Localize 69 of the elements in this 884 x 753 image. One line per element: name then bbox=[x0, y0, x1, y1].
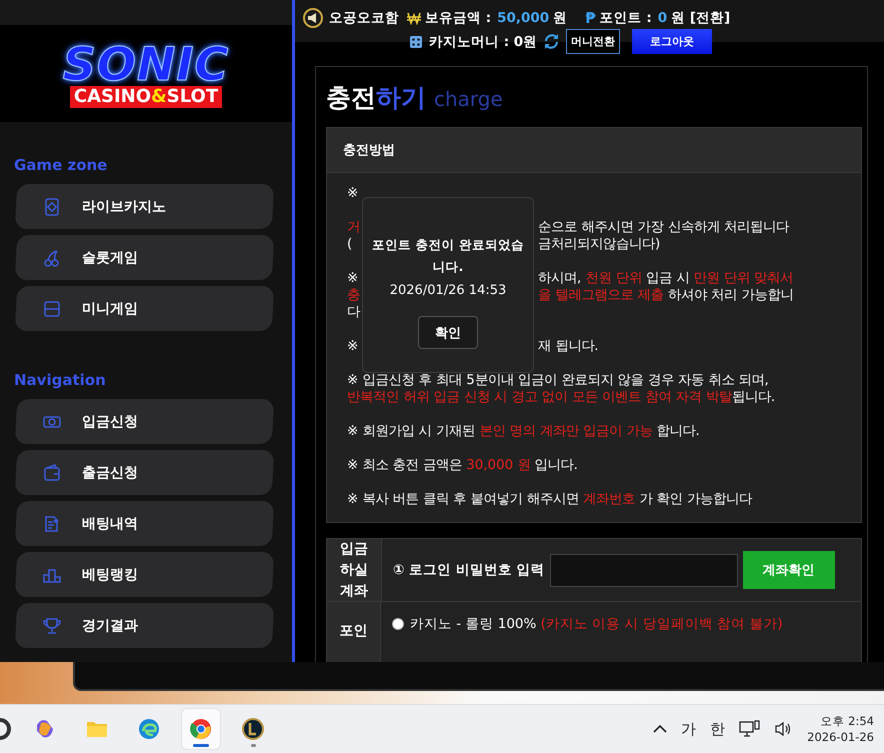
notice-heading: 충전방법 bbox=[327, 128, 861, 173]
dice-icon bbox=[409, 34, 423, 48]
notice-text: ※ 복사 버튼 클릭 후 붙여넣기 해주시면 계좌번호 가 확인 가능합니다 bbox=[347, 491, 752, 508]
cherry-icon bbox=[43, 248, 61, 266]
point-symbol: ₱ bbox=[585, 9, 596, 27]
row-label: 포인 bbox=[340, 622, 368, 641]
sidebar-item[interactable]: 경기결과 bbox=[14, 603, 274, 648]
money-convert-button[interactable]: 머니전환 bbox=[566, 29, 620, 54]
sidebar-item[interactable]: 미니게임 bbox=[14, 286, 274, 331]
page-subtitle: charge bbox=[434, 87, 503, 111]
notice-text: 재 됩니다. bbox=[538, 338, 599, 355]
clock[interactable]: 오후 2:54 2026-01-26 bbox=[807, 713, 874, 746]
card-icon bbox=[43, 198, 61, 216]
megaphone-icon bbox=[303, 8, 323, 28]
option-label: 카지노 - 롤링 100% (카지노 이용 시 당일페이백 참여 불가) bbox=[410, 615, 783, 633]
balance-unit: 원 bbox=[553, 9, 568, 27]
document-icon bbox=[43, 514, 61, 532]
refresh-icon[interactable] bbox=[543, 33, 560, 50]
notice-text: 거 bbox=[347, 220, 360, 235]
sidebar-item[interactable]: 출금신청 bbox=[14, 450, 274, 495]
notice-text: ( bbox=[347, 237, 352, 252]
notice-text: ※ bbox=[347, 271, 358, 286]
logo-title: SONIC bbox=[62, 40, 230, 88]
chrome-icon bbox=[189, 717, 213, 742]
section-heading: Navigation bbox=[14, 371, 107, 391]
notice-text: ※ bbox=[347, 339, 358, 354]
balance-value: 50,000 bbox=[497, 10, 550, 26]
dialog-time: 2026/01/26 14:53 bbox=[390, 282, 506, 300]
point-value: 0 bbox=[658, 10, 668, 26]
sidebar-item[interactable]: 배팅내역 bbox=[14, 501, 274, 546]
notice-text: 금처리되지않습니다) bbox=[538, 236, 660, 253]
casino-money-text: 카지노머니 : 0원 bbox=[429, 32, 538, 50]
trophy-icon bbox=[43, 616, 61, 634]
dialog-message: 포인트 충전이 완료되었습니다. bbox=[371, 236, 525, 276]
notice-text: 을 텔레그램으로 제출 하셔야 처리 가능합니 bbox=[538, 287, 794, 304]
password-field[interactable] bbox=[550, 554, 738, 586]
ticker-text: 오공오코함 bbox=[329, 9, 399, 27]
notice-text: 반복적인 허위 입금 신청 시 경고 없이 모든 이벤트 참여 자격 박탈됩니다. bbox=[347, 389, 776, 406]
password-label: ① 로그인 비밀번호 입력 bbox=[393, 561, 545, 579]
confirm-button[interactable]: 확인 bbox=[418, 316, 478, 349]
notice-text: ※ bbox=[347, 186, 358, 201]
notice-text: ※ 최소 충전 금액은 30,000 원 입니다. bbox=[347, 457, 578, 474]
wallet-icon bbox=[43, 464, 61, 482]
input-mode-indicator[interactable]: 가 bbox=[681, 720, 696, 739]
point-exchange-link[interactable]: 원 [전환] bbox=[671, 9, 730, 27]
sidebar-item[interactable]: 라이브카지노 bbox=[14, 184, 274, 229]
language-indicator[interactable]: 한 bbox=[710, 720, 726, 739]
logo-badge: CASINO&SLOT bbox=[70, 86, 222, 108]
row-label: 입금하실계좌 bbox=[340, 540, 368, 600]
logout-button[interactable]: 로그아웃 bbox=[632, 29, 712, 54]
chevron-up-icon[interactable] bbox=[653, 724, 668, 734]
sidebar-item[interactable]: 입금신청 bbox=[14, 399, 274, 444]
balance-label: 보유금액 : bbox=[425, 9, 492, 27]
sidebar-item[interactable]: 베팅랭킹 bbox=[14, 552, 274, 597]
notice-text: 하시며, 천원 단위 입금 시 만원 단위 맞춰서 bbox=[538, 270, 794, 287]
point-label: 포인트 : bbox=[600, 9, 652, 27]
window-icon bbox=[43, 300, 61, 318]
radio-button[interactable] bbox=[392, 618, 404, 630]
notice-text: ※ 회원가입 시 기재된 본인 명의 계좌만 입금이 가능 합니다. bbox=[347, 423, 700, 440]
sidebar-item[interactable]: 슬롯게임 bbox=[14, 235, 274, 280]
notice-text: 순으로 해주시면 가장 신속하게 처리됩니다 bbox=[538, 219, 790, 236]
section-heading: Game zone bbox=[14, 156, 108, 176]
browser-wave-icon bbox=[137, 717, 161, 742]
network-icon[interactable] bbox=[739, 720, 762, 738]
notice-text: 충 bbox=[347, 288, 360, 303]
notice-text: 다 bbox=[347, 305, 360, 320]
notice-text: ※ 입금신청 후 최대 5분이내 입금이 완료되지 않을 경우 자동 취소 되며, bbox=[347, 372, 769, 389]
page-title: 충전하기 bbox=[326, 82, 426, 114]
won-icon bbox=[407, 11, 421, 25]
